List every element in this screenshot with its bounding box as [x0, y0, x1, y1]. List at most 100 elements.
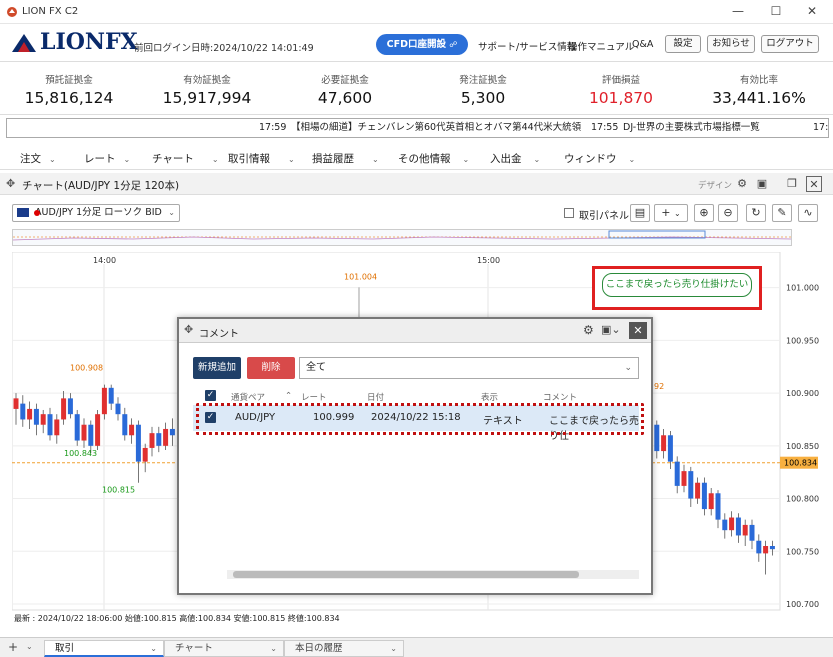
tab-chart[interactable]: チャート ⌄ [164, 640, 284, 657]
minimize-icon[interactable]: — [728, 4, 748, 20]
menu-other-info[interactable]: その他情報 ⌄ [398, 151, 469, 166]
chart-navigator[interactable] [12, 229, 792, 246]
col-rate[interactable]: レート [301, 391, 327, 403]
menu-pl-history[interactable]: 損益履歴 ⌄ [312, 151, 379, 166]
candle-body [715, 493, 721, 520]
add-tab-icon[interactable]: + [8, 640, 18, 654]
restore-icon[interactable]: ❐ [784, 176, 800, 192]
candle-body [115, 403, 121, 415]
tab-today-history[interactable]: 本日の履歴 ⌄ [284, 640, 404, 657]
zoom-out-icon[interactable]: ⊖ [718, 204, 738, 222]
candle-body [54, 419, 60, 436]
summary-effective-margin: 有効証拠金 15,917,994 [162, 75, 252, 107]
candle-body [40, 414, 46, 425]
candle-body [708, 493, 714, 510]
comment-callout[interactable]: ここまで戻ったら売り仕掛けたい [602, 273, 752, 297]
chevron-down-icon: ⌄ [372, 155, 379, 164]
last-login: 前回ログイン日時:2024/10/22 14:01:49 [134, 43, 314, 54]
delete-comment-button[interactable]: 削除 [247, 357, 295, 379]
indicator-icon[interactable]: ▤ [630, 204, 650, 222]
settings-button[interactable]: 設定 [665, 35, 701, 53]
chevron-down-icon: ⌄ [288, 155, 295, 164]
menu-deposit[interactable]: 入出金 ⌄ [490, 151, 540, 166]
candle-body [156, 433, 162, 446]
sort-asc-icon[interactable]: ⌃ [285, 391, 292, 401]
candle-body [13, 398, 19, 409]
symbol-select[interactable]: AUD/JPY 1分足 ローソク BID ⌄ [12, 204, 180, 222]
support-link[interactable]: サポート/サービス情報 [478, 39, 576, 53]
cfd-open-account-button[interactable]: CFD口座開設 ☍ [376, 34, 468, 55]
summary-order-margin: 発注証拠金 5,300 [459, 75, 507, 107]
menu-rate[interactable]: レート ⌄ [84, 151, 130, 166]
candle-body [81, 424, 87, 441]
window-title: LION FX C2 [22, 6, 79, 17]
news-ticker[interactable]: 17:59 【相場の細道】チェンバレン第60代英首相とオバマ第44代米大統領 1… [6, 118, 829, 138]
manual-link[interactable]: 操作マニュアル [568, 39, 634, 53]
design-label[interactable]: デザイン [698, 179, 732, 191]
chevron-down-icon: ⌄ [624, 363, 632, 373]
pen-icon[interactable]: ✎ [772, 204, 792, 222]
add-comment-button[interactable]: 新規追加 [193, 357, 241, 379]
col-comment[interactable]: コメント [543, 391, 577, 403]
candle-body [27, 408, 33, 420]
bottom-tab-bar: + ⌄ 取引 ⌄ チャート ⌄ 本日の履歴 ⌄ [0, 637, 833, 657]
zoom-in-icon[interactable]: ⊕ [694, 204, 714, 222]
horizontal-scrollbar[interactable] [227, 570, 639, 579]
chart-window-header[interactable]: ✥ チャート(AUD/JPY 1分足 120本) デザイン ⚙ ▣ ❐ ✕ [0, 173, 833, 195]
chevron-down-icon: ⌄ [150, 644, 157, 653]
external-link-icon: ☍ [449, 40, 458, 49]
layout-menu-icon[interactable]: ▣ [754, 176, 770, 192]
summary-required-margin: 必要証拠金 47,600 [317, 75, 373, 107]
gear-icon[interactable]: ⚙ [734, 176, 750, 192]
close-icon[interactable]: ✕ [629, 322, 647, 339]
qa-link[interactable]: Q&A [632, 39, 653, 50]
logout-button[interactable]: ログアウト [761, 35, 819, 53]
chevron-down-icon[interactable]: ⌄ [26, 642, 33, 651]
x-tick-label: 15:00 [477, 256, 500, 265]
dialog-header[interactable]: ✥ コメント ⚙ ▣⌄ ✕ [179, 319, 651, 343]
close-icon[interactable]: ✕ [806, 176, 822, 192]
move-icon[interactable]: ✥ [6, 177, 15, 190]
notice-button[interactable]: お知らせ [707, 35, 755, 53]
gear-icon[interactable]: ⚙ [583, 323, 594, 337]
chevron-down-icon: ⌄ [462, 155, 470, 164]
summary-effective-ratio: 有効比率 33,441.16% [712, 75, 806, 107]
candle-body [20, 403, 26, 420]
refresh-icon[interactable]: ↻ [746, 204, 766, 222]
menu-chart[interactable]: チャート ⌄ [152, 151, 219, 166]
select-all-checkbox[interactable]: ✓ [205, 390, 216, 401]
scrollbar-thumb[interactable] [233, 571, 579, 578]
add-drawing-button[interactable]: + ⌄ [654, 204, 688, 222]
menu-order[interactable]: 注文 ⌄ [20, 151, 56, 166]
filter-select[interactable]: 全て ⌄ [299, 357, 639, 379]
ticker-headline[interactable]: 【相場の細道】チェンバレン第60代英首相とオバマ第44代米大統領 [291, 119, 581, 137]
layout-menu-icon[interactable]: ▣⌄ [601, 323, 621, 336]
y-tick-label: 101.000 [786, 284, 819, 293]
tab-trade[interactable]: 取引 ⌄ [44, 640, 164, 657]
col-date[interactable]: 日付 [367, 391, 384, 403]
chart-toolbar: AUD/JPY 1分足 ローソク BID ⌄ 取引パネル ▤ + ⌄ ⊕ ⊖ ↻… [0, 198, 833, 228]
col-pair[interactable]: 通貨ペア [231, 391, 265, 403]
summary-deposit: 預託証拠金 15,816,124 [24, 75, 114, 107]
candle-body [149, 433, 155, 448]
chevron-down-icon: ⌄ [211, 155, 219, 164]
candle-body [169, 428, 175, 436]
candle-body [769, 546, 775, 550]
trade-panel-checkbox[interactable] [564, 208, 574, 218]
price-annotation: 101.004 [344, 272, 377, 281]
ticker-headline[interactable]: DJ-世界の主要株式市場指標一覧 [623, 119, 760, 137]
price-annotation: 92 [654, 382, 664, 391]
maximize-icon[interactable]: ☐ [766, 4, 786, 20]
line-tool-icon[interactable]: ∿ [798, 204, 818, 222]
menu-window[interactable]: ウィンドウ ⌄ [564, 151, 635, 166]
y-tick-label: 100.900 [786, 389, 819, 398]
dialog-title: コメント [199, 329, 239, 340]
move-icon[interactable]: ✥ [184, 323, 193, 336]
ticker-time: 17:59 [259, 122, 287, 133]
col-display[interactable]: 表示 [481, 391, 498, 403]
account-summary: 預託証拠金 15,816,124 有効証拠金 15,917,994 必要証拠金 47,… [0, 63, 833, 115]
menu-trade-info[interactable]: 取引情報 ⌄ [228, 151, 295, 166]
close-icon[interactable]: ✕ [802, 4, 822, 20]
chevron-down-icon: ⌄ [533, 155, 541, 164]
title-bar: LION FX C2 — ☐ ✕ [0, 0, 833, 24]
